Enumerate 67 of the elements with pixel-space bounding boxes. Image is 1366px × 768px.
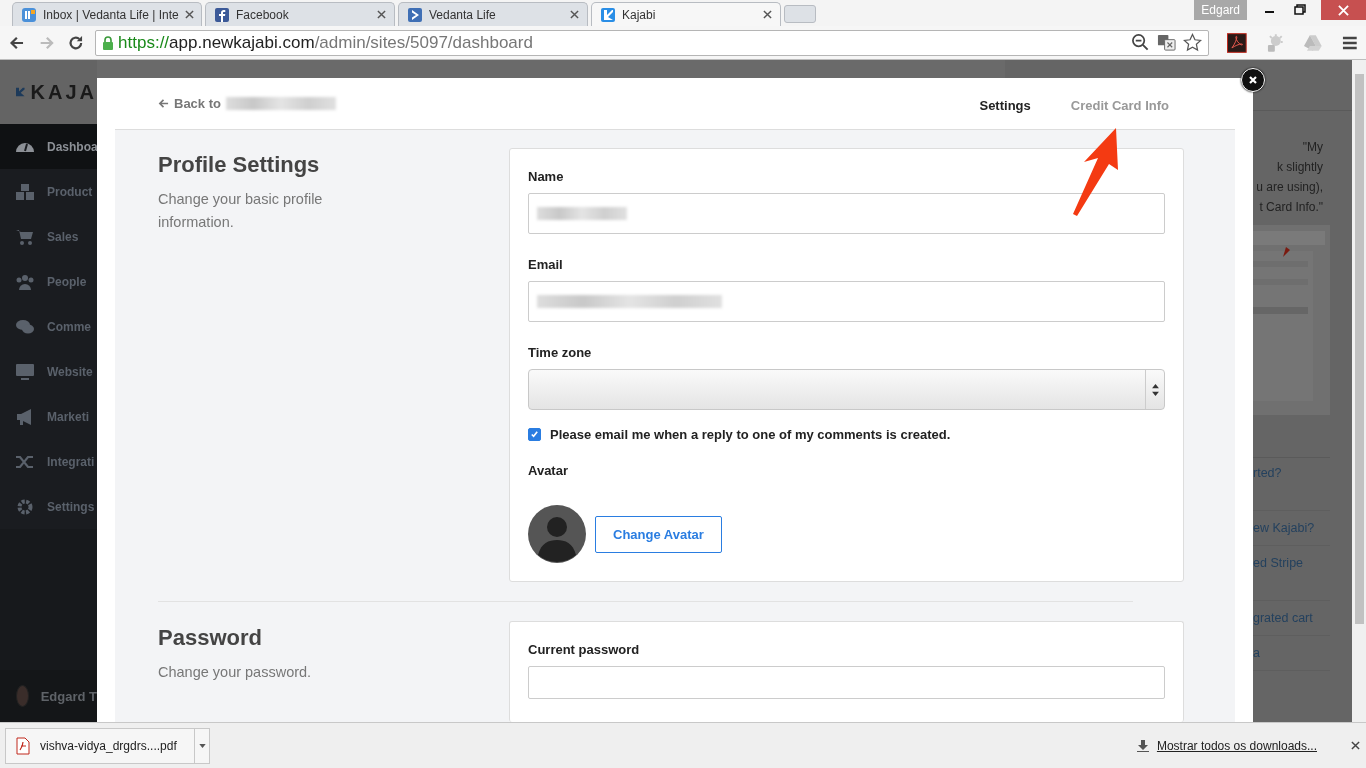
sidebar-item[interactable]: People [0,259,97,304]
change-avatar-button[interactable]: Change Avatar [595,515,722,553]
field-label: Time zone [528,345,593,360]
help-text: k slightly [1277,159,1323,176]
user-name[interactable]: Edgard T [40,688,97,704]
field-label: Avatar [528,463,569,478]
section-title: Profile Settings [158,152,321,178]
browser-tab[interactable]: Vedanta Life [398,2,588,26]
back-link[interactable]: Back to [158,96,336,111]
sort-icon [1151,383,1159,396]
section-description: Change your password. [158,663,313,682]
sidebar-item[interactable]: Dashboa [0,124,97,169]
close-icon[interactable] [377,10,386,19]
field-label: Current password [528,642,641,657]
browser-tab[interactable]: Inbox | Vedanta Life | Inte [12,2,202,26]
facebook-icon [214,6,230,23]
avatar-silhouette-icon [528,505,586,563]
help-text: t Card Info." [1259,199,1323,216]
pdf-file-icon [16,736,30,755]
close-icon[interactable] [1351,741,1360,750]
sidebar-item[interactable]: Product [0,169,97,214]
nav-tab[interactable]: Credit Card Info [1070,98,1169,113]
text-field[interactable] [528,193,1165,234]
sidebar-item[interactable]: Marketi [0,394,97,439]
close-icon [1248,75,1258,85]
arrow-left-icon [158,98,169,109]
close-icon[interactable] [570,10,579,19]
field-label: Email [528,257,564,272]
logo-text: KAJA [30,80,97,104]
nav-tab[interactable]: Settings [979,98,1031,113]
browser-tab[interactable]: Facebook [205,2,395,26]
checkmark-icon [530,430,539,439]
pdf-extension-icon[interactable] [1227,32,1248,53]
field-label: Name [528,169,565,184]
zoom-out-icon[interactable] [1131,33,1151,52]
help-text: u are using), [1256,179,1323,196]
section-description: Change your basic profile information. [158,190,324,232]
checkbox-label: Please email me when a reply to one of my comments is created. [550,427,951,442]
text-field[interactable] [528,281,1165,322]
star-icon[interactable] [1183,33,1203,52]
section-title: Password [158,625,263,651]
close-icon[interactable] [763,10,772,19]
address-bar[interactable]: https://app.newkajabi.com/admin/sites/5097/dashboard [95,29,1210,56]
show-all-downloads-link[interactable]: Mostrar todos os downloads... [1156,738,1317,753]
sidebar-item[interactable]: Integrati [0,439,97,484]
monitor-icon [15,361,35,382]
cubes-icon [15,181,35,202]
sidebar-item[interactable]: Settings [0,484,97,529]
chevron-logo-icon [407,6,423,23]
inbox-icon [21,6,37,23]
translate-icon[interactable] [1157,33,1177,52]
browser-tab[interactable]: Kajabi [591,2,781,26]
help-text: "My [1302,139,1323,156]
sidebar-item[interactable]: Comme [0,304,97,349]
close-icon[interactable] [184,10,194,19]
download-icon [1136,739,1149,752]
kajabi-logo-icon [600,6,616,23]
password-field[interactable] [528,666,1165,699]
scrollbar[interactable] [1352,60,1366,722]
sidebar-item[interactable]: Website [0,349,97,394]
checkbox[interactable] [528,428,541,441]
lock-icon [102,35,115,50]
caret-icon [198,743,206,748]
sidebar-item[interactable]: Sales [0,214,97,259]
profile-name[interactable]: Edgard [1194,0,1247,20]
download-item[interactable]: vishva-vidya_drgdrs....pdf [5,727,210,764]
close-icon [1338,4,1349,16]
